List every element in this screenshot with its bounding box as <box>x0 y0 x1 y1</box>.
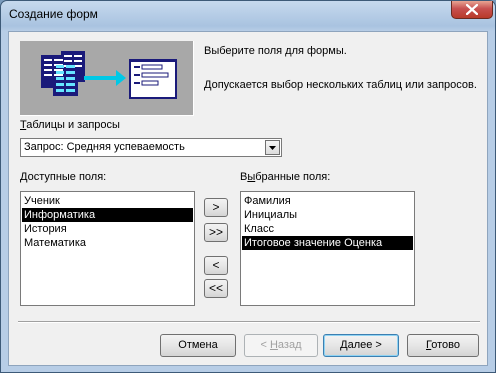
dialog-window: Создание форм Выберите поля для формы. Д… <box>0 0 496 373</box>
remove-all-fields-button[interactable]: << <box>204 279 228 298</box>
finish-button-rest: отово <box>431 339 460 351</box>
cancel-button[interactable]: Отмена <box>160 334 236 357</box>
wizard-illustration <box>20 41 194 116</box>
list-item[interactable]: Ученик <box>22 194 193 208</box>
source-combobox-value: Запрос: Средняя успеваемость <box>24 141 185 153</box>
form-wizard-icon <box>41 51 177 99</box>
back-button-accel: Н <box>269 339 278 351</box>
add-field-button[interactable]: > <box>204 198 228 217</box>
back-button-rest: азад <box>277 339 302 351</box>
back-button[interactable]: < Назад <box>244 334 318 357</box>
title-bar[interactable]: Создание форм <box>1 1 495 31</box>
next-button-accel: Д <box>340 339 348 351</box>
available-fields-list[interactable]: Ученик Информатика История Математика <box>20 191 195 306</box>
next-button-rest: алее > <box>347 339 382 351</box>
close-button[interactable] <box>451 1 493 19</box>
selected-label-rest: бранные поля: <box>255 171 331 183</box>
list-item[interactable]: История <box>22 222 193 236</box>
window-title: Создание форм <box>9 7 98 21</box>
close-icon <box>466 4 478 15</box>
add-all-fields-button[interactable]: >> <box>204 223 228 242</box>
chevron-down-icon <box>269 146 276 150</box>
source-label: Таблицы и запросы <box>20 119 120 131</box>
selected-fields-list[interactable]: Фамилия Инициалы Класс Итоговое значение… <box>240 191 415 306</box>
list-item[interactable]: Фамилия <box>242 194 413 208</box>
intro-line-1: Выберите поля для формы. <box>204 45 347 57</box>
selected-fields-label: Выбранные поля: <box>240 171 330 183</box>
remove-field-button[interactable]: < <box>204 256 228 275</box>
source-dropdown-button[interactable] <box>265 140 280 155</box>
list-item[interactable]: Инициалы <box>242 208 413 222</box>
finish-button[interactable]: Готово <box>407 334 479 357</box>
source-label-rest: аблицы и запросы <box>26 119 120 131</box>
intro-line-2: Допускается выбор нескольких таблиц или … <box>204 79 477 91</box>
list-item-selected[interactable]: Информатика <box>22 208 193 222</box>
source-combobox[interactable]: Запрос: Средняя успеваемость <box>20 138 282 157</box>
footer-divider <box>18 321 480 323</box>
next-button[interactable]: Далее > <box>323 334 399 357</box>
wizard-body: Выберите поля для формы. Допускается выб… <box>8 31 488 366</box>
list-item[interactable]: Математика <box>22 236 193 250</box>
available-label-rest: оступные поля: <box>27 171 107 183</box>
back-button-prefix: < <box>260 339 270 351</box>
list-item-selected[interactable]: Итоговое значение Оценка <box>242 236 413 250</box>
list-item[interactable]: Класс <box>242 222 413 236</box>
available-label-accel: Д <box>20 171 28 183</box>
available-fields-label: Доступные поля: <box>20 171 106 183</box>
